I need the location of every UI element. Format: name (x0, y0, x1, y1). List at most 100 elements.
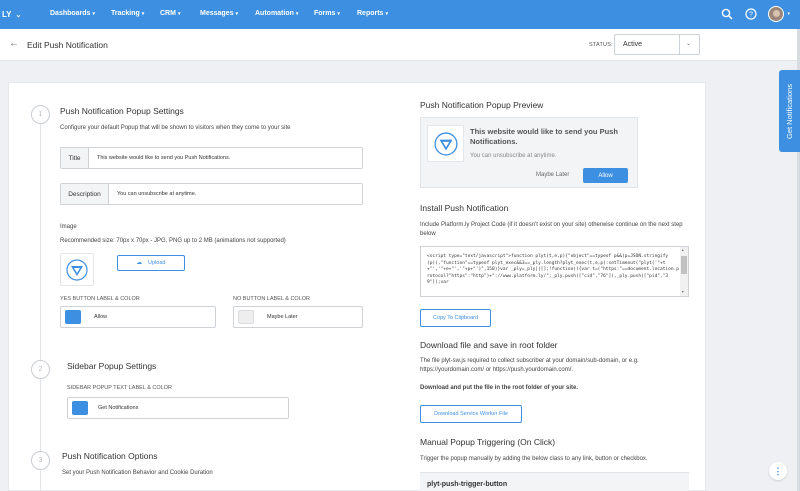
nav-tracking[interactable]: Tracking ▾ (111, 10, 144, 17)
popup-settings-desc: Configure your default Popup that will b… (60, 125, 291, 131)
options-title: Push Notification Options (62, 451, 158, 461)
caret-down-icon: ▾ (235, 10, 238, 17)
image-label: Image (60, 224, 77, 230)
scroll-thumb[interactable] (681, 256, 687, 274)
caret-down-icon[interactable]: ▾ (787, 11, 790, 17)
no-button-field[interactable]: Maybe Later (233, 306, 363, 328)
status-value: Active (623, 41, 643, 48)
description-field[interactable]: Description You can unsubscribe at anyti… (60, 183, 363, 205)
chevron-down-icon: ⌄ (686, 41, 692, 47)
nav-label: Reports (357, 10, 384, 17)
avatar[interactable] (768, 6, 785, 22)
popup-preview: This website would like to send you Push… (420, 117, 638, 188)
description-field-value[interactable]: You can unsubscribe at anytime. (109, 184, 196, 204)
nav-messages[interactable]: Messages ▾ (200, 10, 238, 17)
yes-button-value[interactable]: Allow (94, 314, 107, 320)
preview-allow-button: Allow (583, 168, 628, 183)
chevron-down-icon: ⌄ (15, 11, 22, 19)
caret-down-icon: ▾ (92, 10, 95, 17)
top-navbar: LY ⌄ Dashboards ▾ Tracking ▾ CRM ▾ Messages… (0, 0, 800, 29)
step-1-circle: 1 (31, 105, 50, 124)
nav-crm[interactable]: CRM ▾ (160, 10, 180, 17)
project-code-textarea[interactable]: <script type="text/javascript">function … (420, 246, 689, 297)
download-desc: The file plyt-sw.js required to collect … (420, 358, 639, 373)
nav-label: Automation (255, 10, 294, 17)
trigger-class-name[interactable]: plyt-push-trigger-button (427, 481, 507, 488)
title-field-value[interactable]: This website would like to send you Push… (89, 148, 230, 168)
nav-label: Tracking (111, 10, 140, 17)
side-tab-label: Get Notifications (785, 83, 794, 139)
code-scrollbar[interactable]: ▲ ▼ (680, 247, 688, 296)
preview-heading: This website would like to send you Push… (470, 127, 618, 146)
more-options-icon[interactable]: ⋮ (769, 462, 787, 480)
caret-down-icon: ▾ (337, 10, 340, 17)
nav-label: CRM (160, 10, 176, 17)
timeline-line (40, 116, 41, 491)
title-field[interactable]: Title This website would like to send yo… (60, 147, 363, 169)
download-service-worker-button[interactable]: Download Service Worker File (420, 405, 522, 423)
preview-subtext: You can unsubscribe at anytime. (470, 153, 557, 159)
caret-down-icon: ▾ (177, 10, 181, 17)
step-2-circle: 2 (31, 360, 50, 379)
image-hint: Recommended size: 70px x 70px - JPG, PNG… (60, 238, 286, 244)
step-3-circle: 3 (31, 451, 50, 470)
description-field-label: Description (61, 184, 109, 204)
download-note: Download and put the file in the root fo… (420, 385, 578, 391)
no-button-label-title: NO BUTTON LABEL & COLOR (233, 296, 311, 302)
yes-button-field[interactable]: Allow (60, 306, 216, 328)
install-title: Install Push Notification (420, 203, 509, 213)
preview-logo (427, 125, 464, 162)
title-field-label: Title (61, 148, 89, 168)
nav-reports[interactable]: Reports ▾ (357, 10, 388, 17)
upload-icon: ☁ (136, 260, 143, 266)
brand-logo-icon (433, 131, 458, 156)
select-divider (679, 35, 680, 54)
caret-down-icon: ▾ (385, 10, 388, 17)
back-arrow-icon[interactable]: ← (9, 38, 19, 49)
status-select[interactable]: Active ⌄ (614, 34, 700, 55)
brand-text: LY (2, 10, 12, 19)
sidebar-label-title: SIDEBAR POPUP TEXT LABEL & COLOR (67, 385, 172, 391)
nav-label: Dashboards (50, 10, 91, 17)
sidebar-text-field[interactable]: Get Notifications (67, 397, 289, 419)
no-button-value[interactable]: Maybe Later (267, 314, 298, 320)
no-color-swatch[interactable] (238, 310, 254, 324)
caret-down-icon: ▾ (141, 10, 145, 17)
sidebar-settings-title: Sidebar Popup Settings (67, 361, 157, 371)
upload-button[interactable]: ☁ Upload (117, 255, 185, 271)
scroll-up-icon[interactable]: ▲ (681, 248, 684, 252)
yes-button-label-title: YES BUTTON LABEL & COLOR (60, 296, 140, 302)
popup-settings-title: Push Notification Popup Settings (60, 106, 184, 116)
options-desc: Set your Push Notification Behavior and … (62, 470, 213, 476)
install-desc: Include Platform.ly Project Code (if it … (420, 222, 683, 237)
project-code-text[interactable]: <script type="text/javascript">function … (427, 254, 679, 287)
preview-maybe-later: Maybe Later (536, 172, 570, 178)
brand-logo[interactable]: LY ⌄ (0, 10, 21, 19)
get-notifications-side-tab[interactable]: Get Notifications (779, 70, 800, 152)
manual-title: Manual Popup Triggering (On Click) (420, 437, 556, 447)
search-icon[interactable] (720, 7, 734, 21)
svg-text:?: ? (750, 12, 754, 19)
upload-label: Upload (148, 260, 166, 266)
status-label: STATUS: (589, 42, 613, 48)
trigger-class-box: plyt-push-trigger-button (420, 472, 689, 491)
preview-title: Push Notification Popup Preview (420, 100, 544, 110)
yes-color-swatch[interactable] (65, 310, 81, 324)
sidebar-text-value[interactable]: Get Notifications (98, 405, 138, 411)
help-icon[interactable]: ? (744, 7, 758, 21)
page-header: ← Edit Push Notification STATUS: Active … (0, 29, 797, 61)
nav-automation[interactable]: Automation ▾ (255, 10, 298, 17)
caret-down-icon: ▾ (295, 10, 299, 17)
nav-label: Messages (200, 10, 234, 17)
manual-desc: Trigger the popup manually by adding the… (420, 456, 648, 462)
copy-to-clipboard-button[interactable]: Copy To Clipboard (420, 309, 491, 327)
download-title: Download file and save in root folder (420, 340, 558, 350)
page-title: Edit Push Notification (27, 40, 108, 50)
popup-logo-image (60, 253, 94, 286)
scroll-down-icon[interactable]: ▼ (681, 290, 684, 294)
sidebar-color-swatch[interactable] (72, 401, 88, 415)
nav-dashboards[interactable]: Dashboards ▾ (50, 10, 95, 17)
nav-forms[interactable]: Forms ▾ (314, 10, 340, 17)
brand-logo-icon (66, 258, 88, 281)
nav-label: Forms (314, 10, 336, 17)
